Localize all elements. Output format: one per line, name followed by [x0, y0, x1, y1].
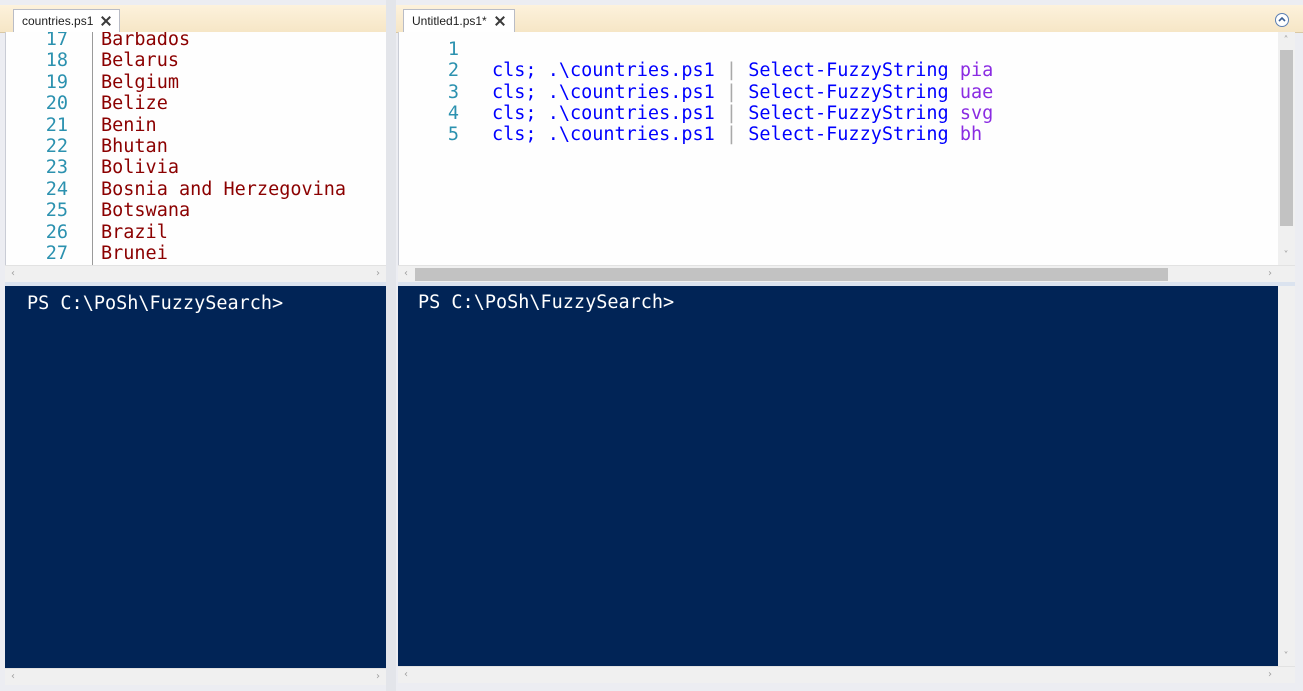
line-number: 23 — [45, 157, 68, 179]
pipe-token: | — [725, 124, 738, 146]
code-line[interactable]: 18 Belarus — [6, 50, 387, 71]
code-text: Belgium — [101, 71, 179, 93]
line-number: 24 — [45, 178, 68, 200]
line-number: 5 — [447, 124, 459, 146]
code-text: cls; .\countries.ps1 | Select-FuzzyStrin… — [492, 124, 982, 145]
function-token: Select-FuzzyString — [748, 102, 949, 124]
code-line[interactable]: 3 cls; .\countries.ps1 | Select-FuzzyStri… — [399, 82, 1279, 103]
code-text: cls; .\countries.ps1 | Select-FuzzyStrin… — [492, 82, 993, 103]
line-number: 22 — [45, 136, 68, 157]
right-console-vscrollbar[interactable]: ˅ — [1278, 286, 1295, 666]
code-line[interactable]: 27 Brunei — [6, 243, 387, 264]
command-token: cls; .\countries.ps1 — [492, 124, 715, 146]
right-script-editor[interactable]: 1 2 cls; .\countries.ps1 | Select-FuzzySt… — [398, 32, 1280, 265]
code-text: Brunei — [101, 243, 168, 264]
code-line[interactable]: 24 Bosnia and Herzegovina — [6, 179, 387, 200]
pipe-token: | — [725, 60, 738, 82]
code-text: Belize — [101, 93, 168, 115]
argument-token: svg — [959, 102, 994, 124]
line-number: 21 — [45, 114, 68, 136]
code-text: Bolivia — [101, 157, 179, 179]
chevron-right-icon[interactable]: › — [373, 269, 383, 279]
pane-splitter[interactable] — [386, 0, 396, 691]
right-editor-vscrollbar[interactable]: ˄ ˅ — [1278, 32, 1295, 265]
line-number: 19 — [45, 71, 68, 93]
code-line[interactable]: 5 cls; .\countries.ps1 | Select-FuzzyStri… — [399, 124, 1279, 145]
chevron-right-icon[interactable]: › — [1265, 269, 1275, 279]
pipe-token: | — [725, 81, 738, 103]
code-text: Brazil — [101, 221, 168, 243]
code-line[interactable]: 19 Belgium — [6, 72, 387, 93]
line-number: 1 — [447, 39, 459, 60]
tab-untitled1-ps1[interactable]: Untitled1.ps1* — [403, 9, 515, 32]
chevron-down-icon[interactable]: ˅ — [1281, 652, 1291, 662]
code-text: Belarus — [101, 50, 179, 72]
code-line[interactable]: 23 Bolivia — [6, 157, 387, 178]
code-line[interactable]: 20 Belize — [6, 93, 387, 114]
console-prompt: PS C:\PoSh\FuzzySearch> — [418, 292, 675, 313]
chevron-down-icon[interactable]: ˅ — [1281, 251, 1291, 261]
tab-label: Untitled1.ps1* — [412, 14, 487, 28]
chevron-right-icon[interactable]: › — [373, 672, 383, 682]
right-console[interactable]: PS C:\PoSh\FuzzySearch> — [398, 286, 1278, 666]
scroll-thumb[interactable] — [415, 268, 1168, 281]
chevron-left-icon[interactable]: ‹ — [401, 670, 411, 680]
argument-token: bh — [959, 124, 983, 146]
function-token: Select-FuzzyString — [748, 124, 949, 146]
line-number: 26 — [45, 221, 68, 243]
left-console[interactable]: PS C:\PoSh\FuzzySearch> — [5, 286, 386, 668]
scroll-thumb[interactable] — [1280, 50, 1293, 226]
chevron-up-icon[interactable]: ˄ — [1281, 36, 1291, 46]
chevron-left-icon[interactable]: ‹ — [8, 672, 18, 682]
chevron-left-icon[interactable]: ‹ — [8, 269, 18, 279]
function-token: Select-FuzzyString — [748, 81, 949, 103]
chevron-left-icon[interactable]: ‹ — [401, 269, 411, 279]
code-text: cls; .\countries.ps1 | Select-FuzzyStrin… — [492, 60, 993, 81]
line-number: 2 — [447, 60, 459, 82]
code-line[interactable]: 17 Barbados — [6, 32, 387, 50]
code-line[interactable]: 26 Brazil — [6, 222, 387, 243]
line-number: 17 — [45, 32, 68, 50]
command-token: cls; .\countries.ps1 — [492, 81, 715, 103]
code-line[interactable]: 1 — [399, 39, 1279, 60]
code-line[interactable]: 25 Botswana — [6, 200, 387, 221]
argument-token: uae — [959, 81, 994, 103]
code-line[interactable]: 2 cls; .\countries.ps1 | Select-FuzzyStri… — [399, 60, 1279, 81]
command-token: cls; .\countries.ps1 — [492, 102, 715, 124]
command-token: cls; .\countries.ps1 — [492, 60, 715, 82]
code-line[interactable]: 21 Benin — [6, 115, 387, 136]
line-number: 4 — [447, 102, 459, 124]
code-text: Bosnia and Herzegovina — [101, 178, 347, 200]
code-text: cls; .\countries.ps1 | Select-FuzzyStrin… — [492, 103, 993, 124]
left-console-hscrollbar[interactable]: ‹ › — [5, 668, 386, 685]
code-text: Benin — [101, 114, 157, 136]
right-editor-hscrollbar[interactable]: ‹ › — [398, 265, 1295, 282]
line-number: 20 — [45, 93, 68, 115]
line-number: 18 — [45, 50, 68, 72]
right-console-hscrollbar[interactable]: ‹ › — [398, 666, 1295, 683]
left-script-editor[interactable]: 17 Barbados 18 Belarus 19 Belgium 20 Belize 21 Be… — [5, 32, 388, 265]
console-prompt: PS C:\PoSh\FuzzySearch> — [27, 293, 284, 314]
chevron-right-icon[interactable]: › — [1265, 670, 1275, 680]
pipe-token: | — [725, 102, 738, 124]
code-line[interactable]: 22 Bhutan — [6, 136, 387, 157]
left-editor-hscrollbar[interactable]: ‹ › — [5, 265, 386, 282]
tab-countries-ps1[interactable]: countries.ps1 — [13, 9, 120, 32]
close-icon[interactable] — [495, 16, 505, 26]
close-icon[interactable] — [101, 16, 111, 26]
function-token: Select-FuzzyString — [748, 60, 949, 82]
code-text: Barbados — [101, 32, 191, 50]
right-tabstrip — [396, 5, 1303, 33]
code-text: Botswana — [101, 200, 191, 222]
line-number: 3 — [447, 81, 459, 103]
chevron-up-circle-icon[interactable] — [1275, 13, 1289, 27]
tab-label: countries.ps1 — [22, 14, 94, 28]
line-number: 27 — [45, 243, 68, 264]
line-number: 25 — [45, 200, 68, 222]
code-text: Bhutan — [101, 136, 168, 157]
argument-token: pia — [959, 60, 994, 82]
code-line[interactable]: 4 cls; .\countries.ps1 | Select-FuzzyStri… — [399, 103, 1279, 124]
